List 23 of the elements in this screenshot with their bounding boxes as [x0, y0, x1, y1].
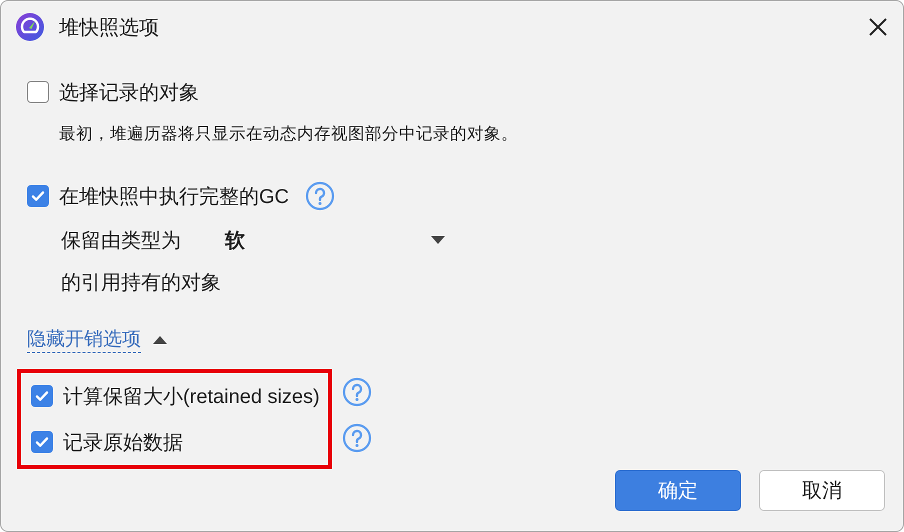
option-description: 最初，堆遍历器将只显示在动态内存视图部分中记录的对象。: [59, 124, 519, 145]
overhead-toggle-link[interactable]: 隐藏开销选项: [27, 328, 141, 352]
checkbox-label[interactable]: 计算保留大小(retained sizes): [63, 382, 320, 410]
checkbox[interactable]: [27, 81, 49, 103]
reference-type-dropdown[interactable]: 软: [225, 225, 445, 255]
ok-button[interactable]: 确定: [615, 470, 741, 511]
close-button[interactable]: [867, 16, 889, 38]
retain-label: 的引用持有的对象: [61, 270, 221, 296]
checkbox-label[interactable]: 在堆快照中执行完整的GC: [59, 182, 289, 210]
checkbox[interactable]: [27, 185, 49, 207]
checkbox-label[interactable]: 记录原始数据: [63, 428, 183, 456]
checkbox[interactable]: [31, 431, 53, 453]
help-icon[interactable]: [342, 377, 372, 407]
help-icon[interactable]: [305, 181, 335, 211]
cancel-button[interactable]: 取消: [759, 470, 885, 511]
caret-icon[interactable]: [153, 336, 167, 344]
window-title: 堆快照选项: [59, 16, 160, 40]
retain-label: 保留由类型为: [61, 228, 181, 254]
caret-icon: [431, 236, 445, 244]
checkbox[interactable]: [31, 385, 53, 407]
checkbox-label[interactable]: 选择记录的对象: [59, 78, 199, 106]
app-logo-icon: [15, 12, 45, 42]
help-icon[interactable]: [342, 423, 372, 453]
